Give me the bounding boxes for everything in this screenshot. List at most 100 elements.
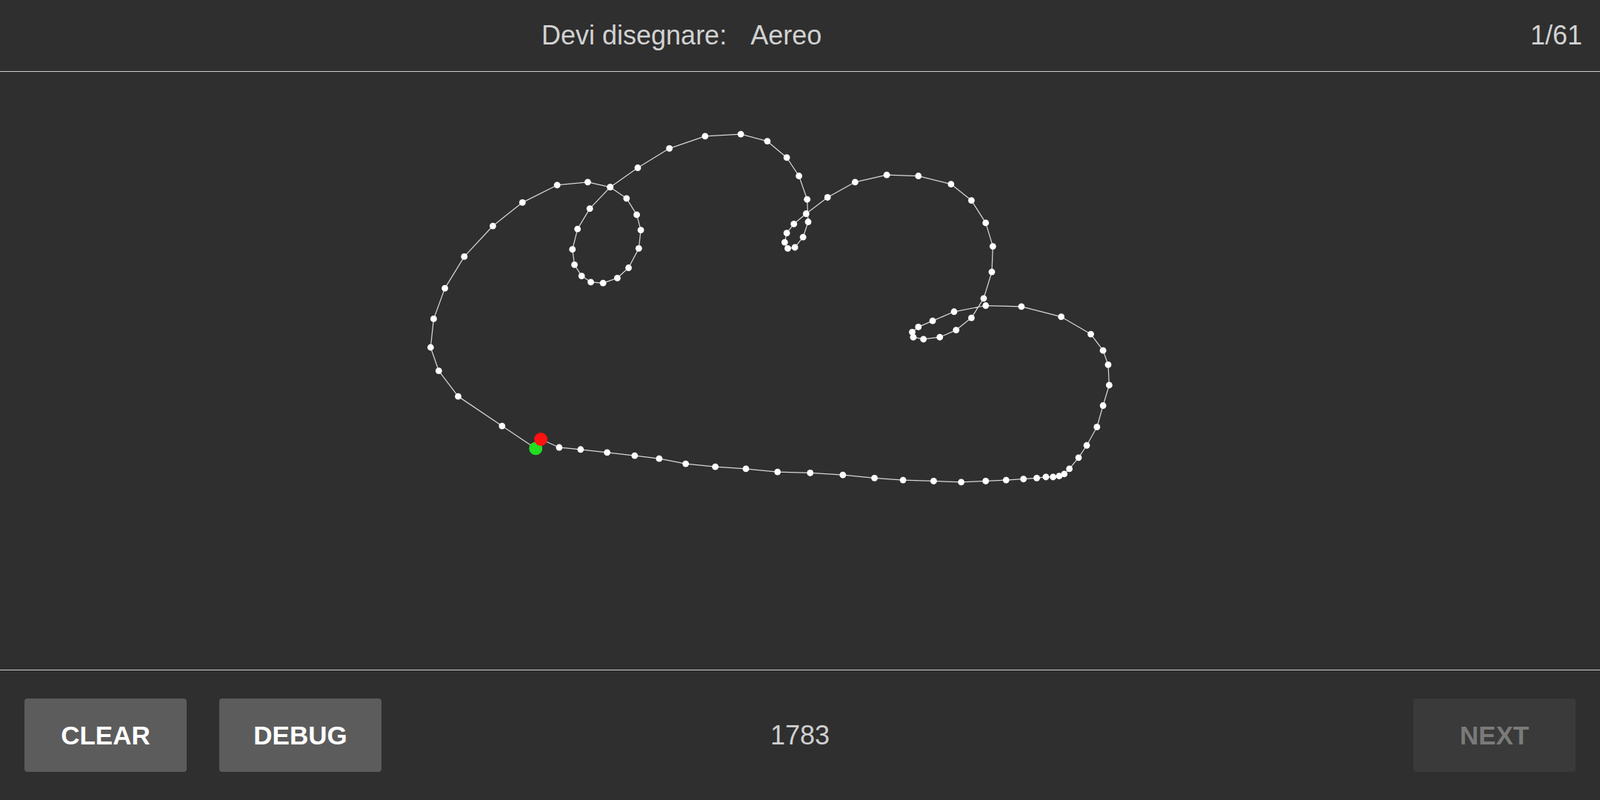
- stroke-point: [900, 477, 907, 484]
- stroke-point: [571, 261, 578, 269]
- stroke-point: [805, 218, 812, 226]
- stroke-point: [430, 315, 438, 323]
- stroke-point: [701, 132, 709, 140]
- stroke-line: [430, 134, 1109, 483]
- stroke-point: [584, 178, 592, 186]
- stroke-point: [968, 197, 975, 204]
- stroke-point: [957, 478, 965, 486]
- stroke-point: [633, 211, 640, 218]
- stroke-point: [989, 242, 997, 250]
- stroke-point: [851, 178, 859, 186]
- stroke-point: [930, 477, 938, 485]
- stroke-point: [1087, 331, 1095, 338]
- stroke-point: [587, 278, 595, 286]
- stroke-point: [1042, 474, 1050, 481]
- action-button[interactable]: CLEAR: [24, 698, 187, 772]
- drawing-canvas[interactable]: [0, 71, 1600, 670]
- stroke-point: [783, 229, 791, 237]
- stroke-point: [441, 285, 449, 292]
- stroke-point: [914, 172, 922, 180]
- stroke-point: [988, 268, 996, 276]
- stroke-point: [982, 302, 989, 309]
- stroke-point: [711, 463, 719, 471]
- stroke-point: [635, 245, 643, 252]
- stroke-point: [603, 449, 611, 457]
- bottom-bar: CLEARDEBUG 1783 NEXT: [0, 669, 1600, 800]
- left-buttons: CLEAR DEBUG: [24, 698, 771, 772]
- stroke-point: [982, 220, 989, 227]
- stroke-point: [839, 471, 846, 479]
- stroke-point: [783, 154, 791, 161]
- stroke-point: [519, 199, 526, 206]
- stroke-point: [577, 445, 584, 453]
- stroke-point: [1100, 347, 1107, 355]
- stroke-point: [1002, 477, 1010, 484]
- stroke-point: [982, 477, 989, 485]
- stroke-point: [951, 308, 958, 315]
- stroke-point: [803, 196, 811, 203]
- prompt-label: Devi disegnare:: [541, 20, 727, 52]
- stroke-point: [774, 468, 781, 476]
- stroke-point: [489, 222, 497, 230]
- stroke-point: [427, 344, 435, 352]
- end-point: [534, 432, 548, 446]
- stroke-point: [1020, 475, 1027, 483]
- stroke-point: [634, 164, 642, 172]
- stroke-point: [600, 280, 607, 287]
- stroke-point: [802, 210, 810, 218]
- stroke-point: [806, 469, 814, 477]
- stroke-point: [824, 194, 832, 201]
- prompt: Devi disegnare: Aereo: [541, 20, 822, 52]
- stroke-point: [655, 455, 663, 463]
- stroke-point: [665, 145, 673, 152]
- stroke-point: [555, 444, 563, 452]
- stroke-point: [1105, 361, 1112, 369]
- stroke-point: [952, 326, 960, 334]
- stroke-point: [914, 323, 922, 331]
- stroke-point: [637, 226, 645, 234]
- header-bar: Devi disegnare: Aereo 1/61: [0, 0, 1600, 72]
- stroke-point: [920, 336, 927, 343]
- stroke-point: [871, 474, 878, 482]
- stroke-point: [460, 253, 468, 260]
- stroke-point: [1033, 474, 1040, 482]
- stroke-point: [790, 220, 798, 228]
- stroke-point: [435, 367, 443, 375]
- stroke-point: [1049, 474, 1057, 481]
- stroke-point: [1065, 465, 1073, 473]
- stroke-point: [795, 172, 803, 180]
- stroke-point: [625, 264, 632, 272]
- stroke-point: [1057, 313, 1065, 320]
- stroke-point: [929, 317, 937, 325]
- stroke-point: [682, 460, 689, 468]
- stroke-point: [1060, 470, 1068, 478]
- stroke-point: [784, 245, 792, 252]
- stroke-point: [883, 171, 891, 179]
- stroke-point: [737, 131, 745, 138]
- stroke-point: [1105, 382, 1113, 389]
- stroke-point: [454, 393, 462, 400]
- stroke-point: [764, 137, 772, 145]
- stroke-point: [1075, 454, 1083, 461]
- stroke-point: [554, 182, 561, 189]
- stroke-point: [1100, 402, 1107, 409]
- stroke-point: [606, 183, 614, 191]
- right-buttons: NEXT: [829, 698, 1576, 772]
- action-button[interactable]: DEBUG: [219, 698, 382, 772]
- stroke-point: [936, 334, 943, 341]
- drawing-surface[interactable]: [0, 71, 1600, 669]
- stroke-point: [586, 205, 594, 212]
- stroke-point: [622, 194, 630, 202]
- stroke-point: [791, 244, 799, 252]
- action-button: NEXT: [1413, 698, 1576, 772]
- target-word: Aereo: [750, 20, 822, 52]
- stroke-point: [1083, 442, 1091, 449]
- progress-counter: 1/61: [1530, 20, 1583, 52]
- stroke-point: [631, 452, 638, 460]
- stroke-point: [578, 272, 586, 280]
- stroke-point: [742, 465, 750, 473]
- stroke-point: [568, 245, 576, 253]
- stroke-point: [606, 183, 614, 191]
- stroke-point: [800, 234, 807, 241]
- stroke-point: [498, 422, 506, 430]
